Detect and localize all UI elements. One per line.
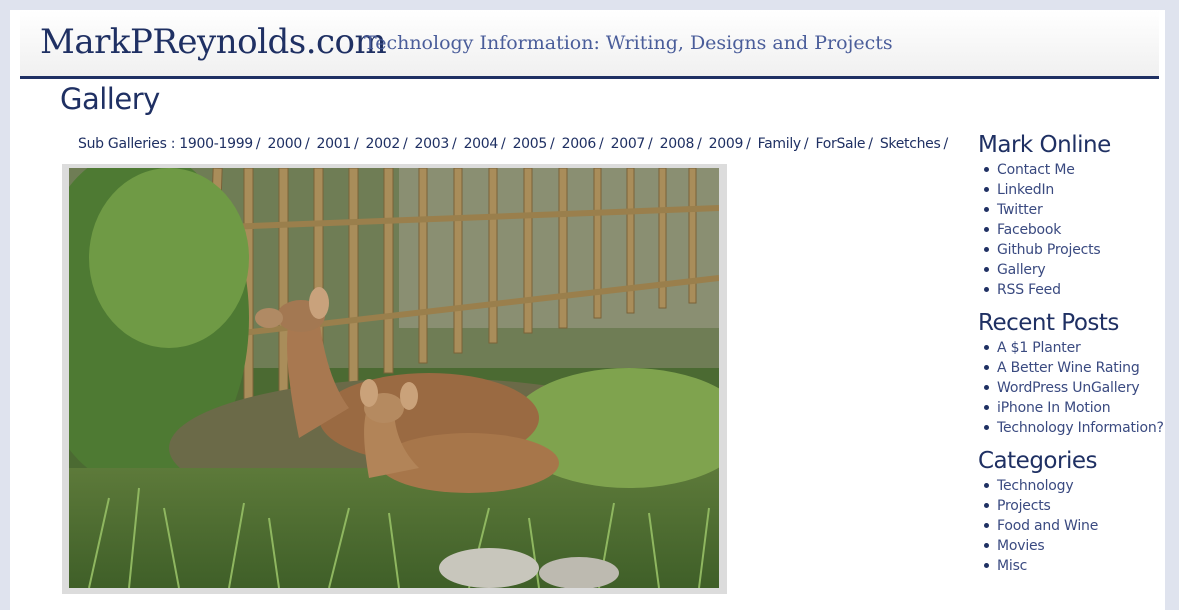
subgallery-separator: / [353, 136, 359, 152]
bullet-icon [984, 207, 989, 212]
category-link[interactable]: Movies [997, 538, 1045, 554]
site-tagline: Technology Information: Writing, Designs… [364, 32, 893, 54]
gallery-photo[interactable] [69, 168, 719, 588]
mark-online-item[interactable]: Gallery [978, 260, 1168, 280]
widget-title-categories: Categories [978, 448, 1097, 474]
recent-post-item[interactable]: Technology Information? [978, 418, 1168, 438]
bullet-icon [984, 227, 989, 232]
page-container: MarkPReynolds.com Technology Information… [10, 10, 1165, 610]
subgallery-label: Sub Galleries : [78, 136, 176, 152]
bullet-icon [984, 267, 989, 272]
subgallery-link[interactable]: 2003 [415, 136, 450, 152]
bullet-icon [984, 385, 989, 390]
subgallery-link[interactable]: 2005 [513, 136, 548, 152]
subgallery-link[interactable]: 2002 [366, 136, 401, 152]
subgallery-separator: / [943, 136, 949, 152]
mark-online-link[interactable]: LinkedIn [997, 182, 1054, 198]
mark-online-item[interactable]: Facebook [978, 220, 1168, 240]
bullet-icon [984, 405, 989, 410]
recent-post-link[interactable]: iPhone In Motion [997, 400, 1111, 416]
subgallery-link[interactable]: Sketches [880, 136, 941, 152]
recent-post-item[interactable]: A $1 Planter [978, 338, 1168, 358]
category-item[interactable]: Misc [978, 556, 1168, 576]
subgallery-separator: / [599, 136, 604, 152]
bullet-icon [984, 287, 989, 292]
subgallery-link[interactable]: 2000 [268, 136, 303, 152]
mark-online-item[interactable]: Contact Me [978, 160, 1168, 180]
subgallery-separator: / [803, 136, 809, 152]
recent-posts-list: A $1 Planter A Better Wine Rating WordPres… [978, 338, 1168, 438]
bullet-icon [984, 563, 989, 568]
subgallery-separator: / [648, 136, 653, 152]
subgallery-separator: / [304, 136, 310, 152]
site-header: MarkPReynolds.com Technology Information… [20, 10, 1159, 79]
subgallery-separator: / [501, 136, 506, 152]
categories-list: Technology Projects Food and Wine Movies Mis… [978, 476, 1168, 576]
mark-online-link[interactable]: Github Projects [997, 242, 1101, 258]
bullet-icon [984, 345, 989, 350]
category-link[interactable]: Misc [997, 558, 1027, 574]
widget-title-mark-online: Mark Online [978, 132, 1111, 158]
subgallery-separator: / [746, 136, 751, 152]
subgallery-separator: / [868, 136, 873, 152]
recent-post-item[interactable]: iPhone In Motion [978, 398, 1168, 418]
category-item[interactable]: Projects [978, 496, 1168, 516]
sidebar: Mark Online Contact Me LinkedIn Twitter Fac… [978, 130, 1168, 584]
mark-online-item[interactable]: Github Projects [978, 240, 1168, 260]
mark-online-link[interactable]: Contact Me [997, 162, 1075, 178]
subgallery-link[interactable]: 2008 [660, 136, 695, 152]
subgallery-link[interactable]: 2007 [611, 136, 646, 152]
category-link[interactable]: Projects [997, 498, 1051, 514]
recent-post-link[interactable]: Technology Information? [997, 420, 1164, 436]
mark-online-item[interactable]: RSS Feed [978, 280, 1168, 300]
mark-online-link[interactable]: Facebook [997, 222, 1061, 238]
subgallery-link[interactable]: 2006 [562, 136, 597, 152]
recent-post-item[interactable]: WordPress UnGallery [978, 378, 1168, 398]
bullet-icon [984, 543, 989, 548]
bullet-icon [984, 247, 989, 252]
site-title-link[interactable]: MarkPReynolds.com [40, 22, 387, 62]
widget-title-recent-posts: Recent Posts [978, 310, 1119, 336]
bullet-icon [984, 483, 989, 488]
category-link[interactable]: Technology [997, 478, 1074, 494]
subgallery-separator: / [550, 136, 555, 152]
subgallery-link[interactable]: 2004 [464, 136, 499, 152]
category-item[interactable]: Food and Wine [978, 516, 1168, 536]
recent-post-link[interactable]: A $1 Planter [997, 340, 1081, 356]
bullet-icon [984, 503, 989, 508]
subgallery-link[interactable]: 2009 [709, 136, 744, 152]
recent-post-link[interactable]: WordPress UnGallery [997, 380, 1140, 396]
mark-online-link[interactable]: Gallery [997, 262, 1046, 278]
deer-photo-image [69, 168, 719, 588]
recent-post-link[interactable]: A Better Wine Rating [997, 360, 1140, 376]
subgallery-link[interactable]: ForSale [815, 136, 865, 152]
subgallery-separator: / [697, 136, 702, 152]
subgallery-separator: / [402, 136, 408, 152]
bullet-icon [984, 167, 989, 172]
mark-online-item[interactable]: LinkedIn [978, 180, 1168, 200]
subgallery-link[interactable]: 1900-1999 [179, 136, 253, 152]
bullet-icon [984, 187, 989, 192]
recent-post-item[interactable]: A Better Wine Rating [978, 358, 1168, 378]
widget-categories: Categories Technology Projects Food and Wi… [978, 446, 1168, 576]
subgallery-separator: / [255, 136, 261, 152]
subgallery-separator: / [451, 136, 457, 152]
bullet-icon [984, 425, 989, 430]
widget-recent-posts: Recent Posts A $1 Planter A Better Wine R… [978, 308, 1168, 438]
subgallery-nav: Sub Galleries : 1900-1999/ 2000/ 2001/ 2… [78, 136, 951, 152]
widget-mark-online: Mark Online Contact Me LinkedIn Twitter Fac… [978, 130, 1168, 300]
subgallery-link[interactable]: 2001 [317, 136, 352, 152]
category-link[interactable]: Food and Wine [997, 518, 1098, 534]
mark-online-list: Contact Me LinkedIn Twitter Facebook Github … [978, 160, 1168, 300]
page-title: Gallery [60, 82, 160, 116]
category-item[interactable]: Movies [978, 536, 1168, 556]
category-item[interactable]: Technology [978, 476, 1168, 496]
mark-online-item[interactable]: Twitter [978, 200, 1168, 220]
subgallery-link[interactable]: Family [758, 136, 802, 152]
bullet-icon [984, 365, 989, 370]
mark-online-link[interactable]: Twitter [997, 202, 1043, 218]
bullet-icon [984, 523, 989, 528]
mark-online-link[interactable]: RSS Feed [997, 282, 1061, 298]
